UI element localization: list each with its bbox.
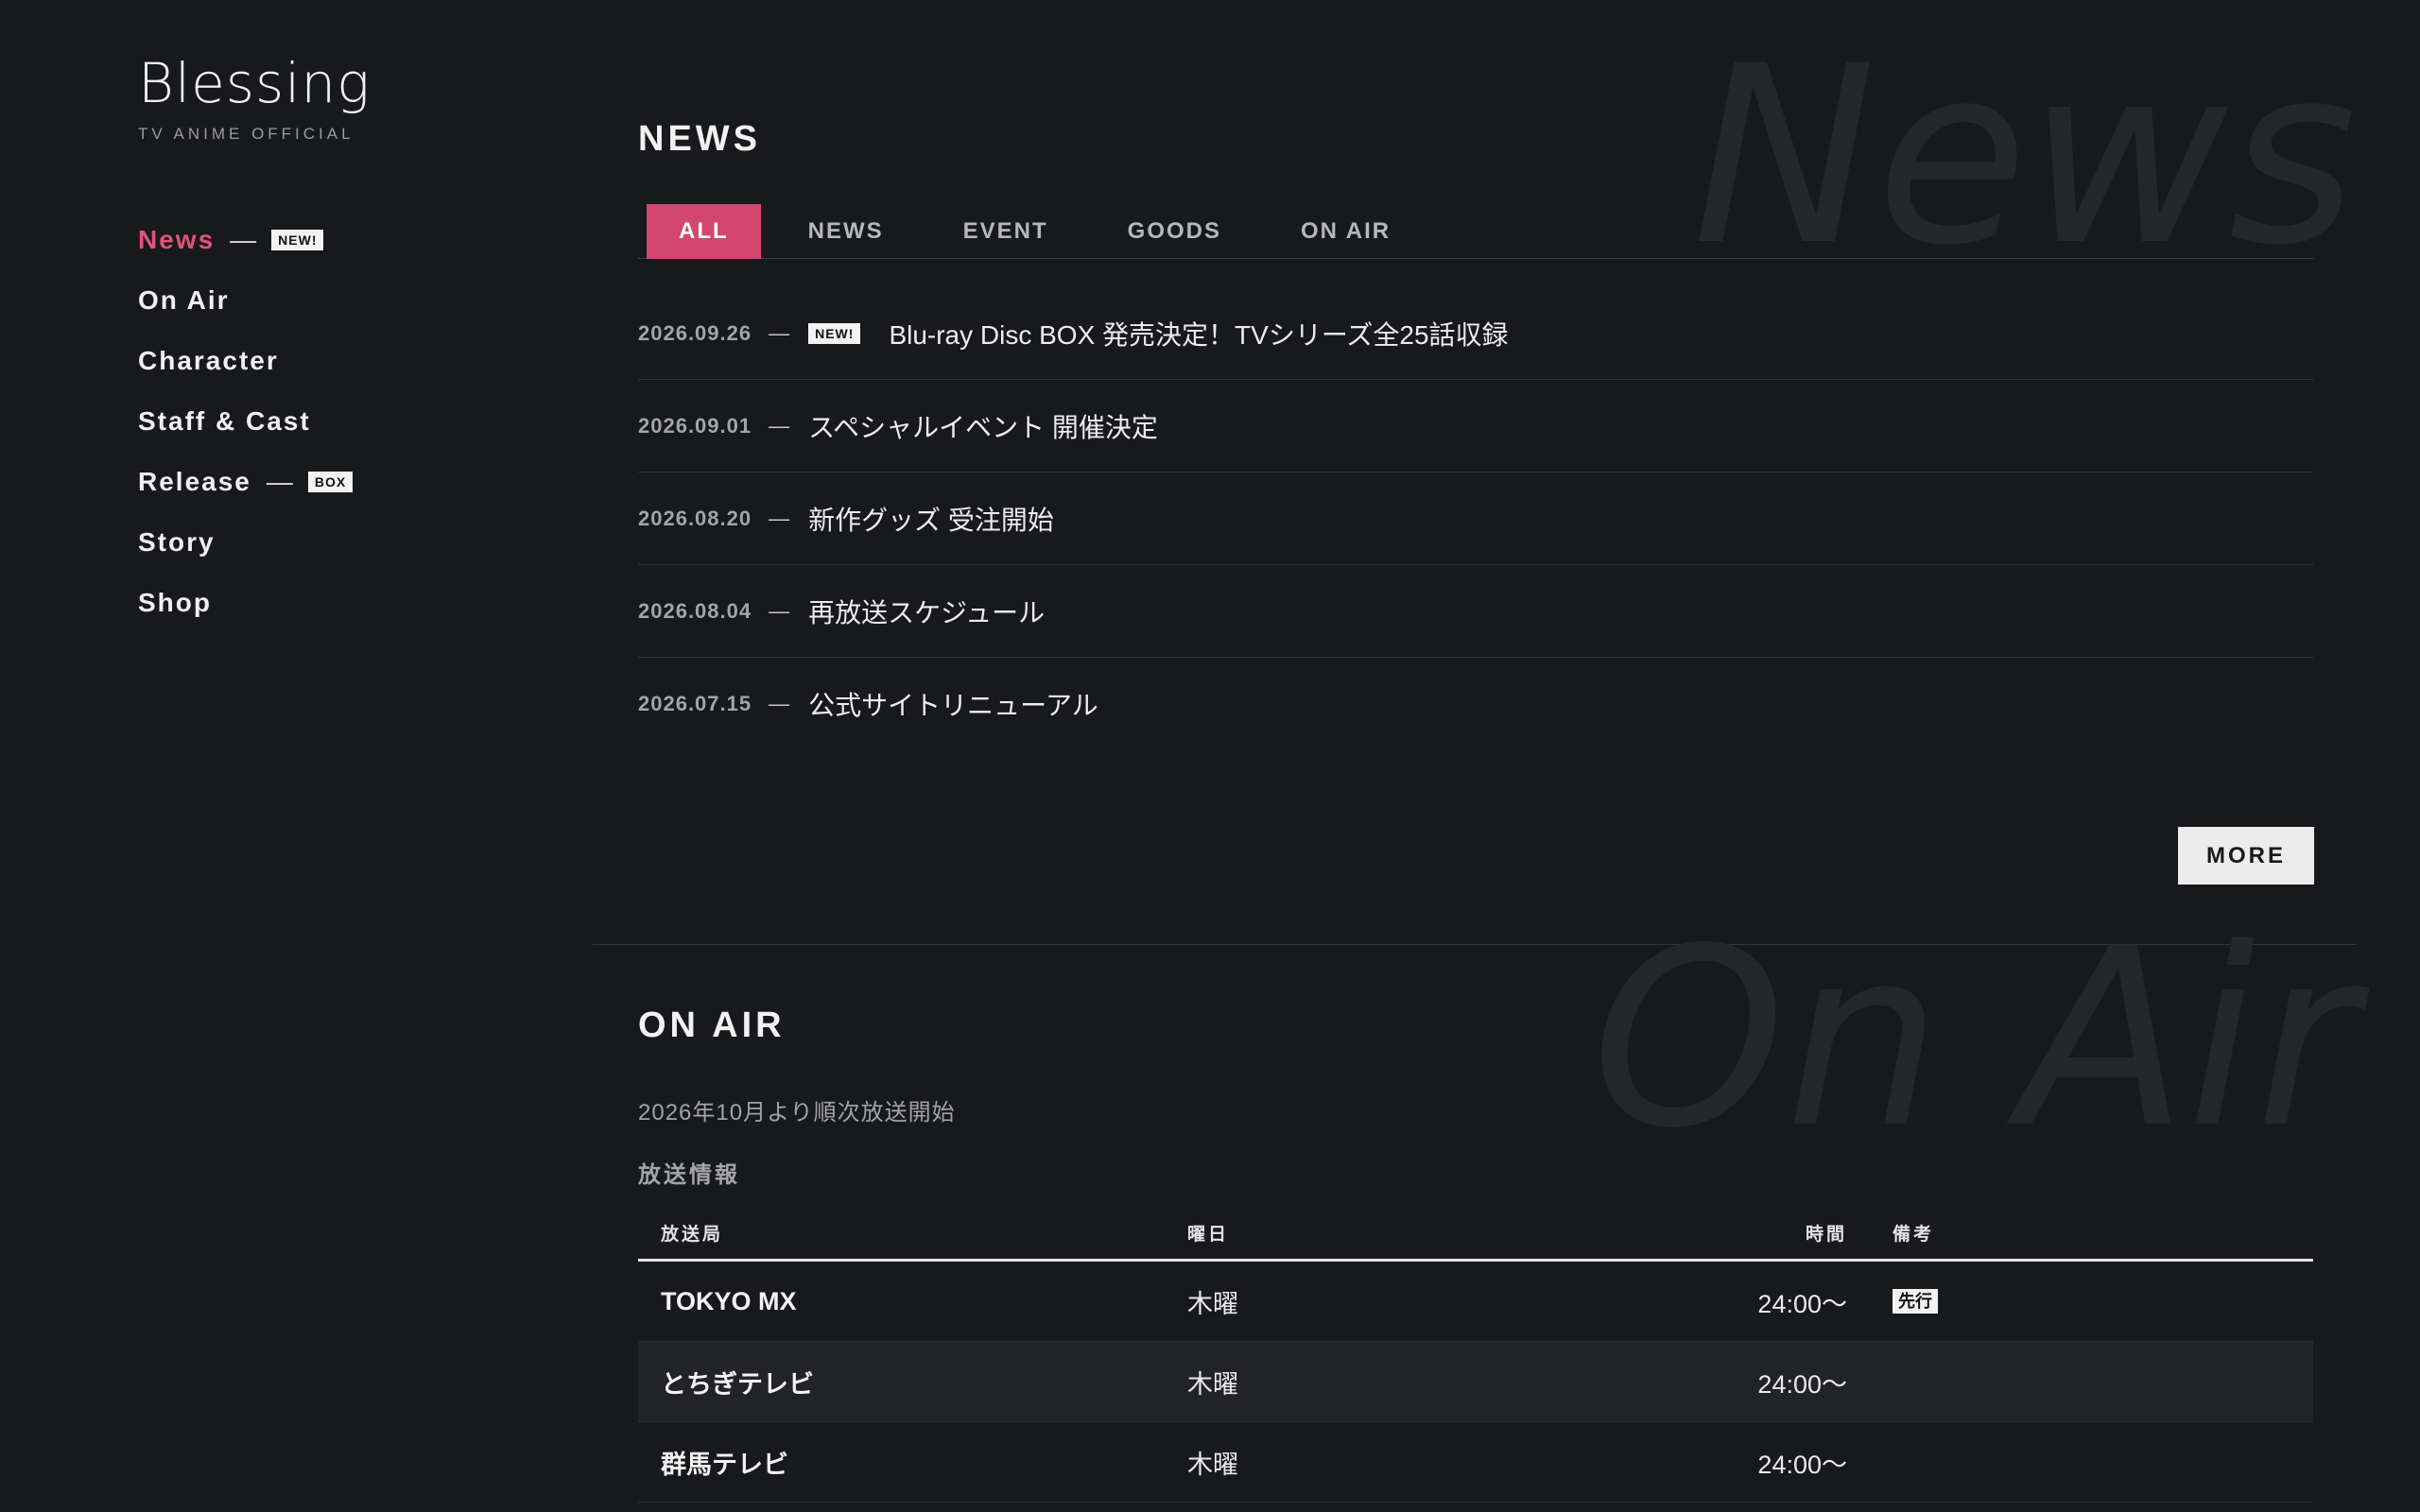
nav-item-release[interactable]: Release — BOX — [138, 452, 354, 512]
nav-item-label: Release — [138, 467, 251, 496]
site-logo-title[interactable]: Blessing — [138, 51, 371, 115]
header-day: 曜日 — [1187, 1224, 1230, 1245]
broadcast-table: 放送局 曜日 時間 備考 TOKYO MX 木曜 24:00〜 先行 とちぎテレ… — [638, 1206, 2313, 1503]
news-date: 2026.08.04 — [638, 598, 752, 623]
nav-item-character[interactable]: Character — [138, 331, 353, 391]
more-button[interactable]: MORE — [2178, 827, 2314, 885]
nav-item-label: Story — [138, 527, 216, 557]
cell-day: 木曜 — [1187, 1450, 1238, 1479]
onair-lead-text: 2026年10月より順次放送開始 — [638, 1100, 956, 1125]
nav-item-story[interactable]: Story — [138, 512, 353, 573]
onair-section-title: ON AIR — [638, 1005, 786, 1045]
header-time: 時間 — [1805, 1224, 1847, 1245]
header-station: 放送局 — [661, 1224, 724, 1245]
nav-badge-box: BOX — [307, 472, 354, 492]
cell-station: とちぎテレビ — [661, 1369, 814, 1399]
news-item[interactable]: 2026.07.15 — 公式サイトリニューアル — [638, 658, 2313, 750]
tab-event[interactable]: EVENT — [931, 204, 1080, 259]
main-nav: News — NEW! On Air Character Staff & Cas… — [138, 210, 354, 633]
news-dash: — — [769, 320, 790, 345]
sidebar: Blessing TV ANIME OFFICIAL News — NEW! O… — [0, 0, 593, 1512]
tab-news[interactable]: NEWS — [776, 204, 916, 259]
news-section-title: NEWS — [638, 119, 761, 159]
news-filter-tabs: ALL NEWS EVENT GOODS ON AIR — [638, 204, 2313, 259]
news-title: スペシャルイベント 開催決定 — [808, 412, 1158, 442]
nav-item-label: On Air — [138, 285, 230, 315]
news-list: 2026.09.26 — NEW! Blu-ray Disc BOX 発売決定！… — [638, 287, 2313, 750]
nav-dash: — — [266, 467, 295, 496]
table-row: 群馬テレビ 木曜 24:00〜 — [638, 1422, 2313, 1503]
onair-background-word: On Air — [1591, 897, 2357, 1182]
cell-time: 24:00〜 — [1757, 1369, 1847, 1399]
nav-dash: — — [230, 225, 259, 254]
news-dash: — — [769, 506, 790, 530]
cell-station: TOKYO MX — [661, 1286, 797, 1315]
table-header: 放送局 曜日 時間 備考 — [638, 1206, 2313, 1262]
cell-time: 24:00〜 — [1757, 1289, 1847, 1318]
news-title: 再放送スケジュール — [808, 597, 1046, 627]
news-title: Blu-ray Disc BOX 発売決定！TVシリーズ全25話収録 — [889, 319, 1509, 350]
tab-on-air[interactable]: ON AIR — [1269, 204, 1423, 259]
news-dash: — — [769, 692, 790, 715]
nav-item-label: News — [138, 225, 216, 254]
news-dash: — — [769, 413, 790, 438]
cell-time: 24:00〜 — [1757, 1450, 1847, 1479]
cell-station: 群馬テレビ — [661, 1450, 788, 1479]
nav-item-label: Character — [138, 346, 279, 375]
news-item[interactable]: 2026.09.01 — スペシャルイベント 開催決定 — [638, 380, 2313, 472]
tab-goods[interactable]: GOODS — [1096, 204, 1253, 259]
news-title: 公式サイトリニューアル — [808, 691, 1098, 720]
table-row: とちぎテレビ 木曜 24:00〜 — [638, 1342, 2313, 1422]
news-date: 2026.09.26 — [638, 320, 752, 345]
nav-item-news[interactable]: News — NEW! — [138, 210, 353, 270]
news-item[interactable]: 2026.09.26 — NEW! Blu-ray Disc BOX 発売決定！… — [638, 287, 2313, 380]
news-item[interactable]: 2026.08.20 — 新作グッズ 受注開始 — [638, 472, 2313, 565]
site-logo-subtitle: TV ANIME OFFICIAL — [138, 125, 354, 143]
news-title: 新作グッズ 受注開始 — [808, 505, 1054, 535]
news-date: 2026.09.01 — [638, 413, 752, 438]
broadcast-info-heading: 放送情報 — [638, 1162, 740, 1188]
section-divider — [593, 944, 2357, 945]
nav-item-shop[interactable]: Shop — [138, 573, 353, 633]
news-date: 2026.08.20 — [638, 506, 752, 530]
cell-note: 先行 — [1847, 1289, 1938, 1314]
news-item[interactable]: 2026.08.04 — 再放送スケジュール — [638, 565, 2313, 658]
header-note: 備考 — [1893, 1224, 1935, 1245]
tab-all[interactable]: ALL — [647, 204, 761, 259]
nav-badge-new: NEW! — [271, 230, 324, 250]
nav-item-staff-cast[interactable]: Staff & Cast — [138, 391, 353, 452]
nav-item-label: Shop — [138, 588, 212, 617]
main-content: News NEWS ALL NEWS EVENT GOODS ON AIR 20… — [593, 0, 2357, 1512]
nav-item-label: Staff & Cast — [138, 406, 311, 436]
nav-item-on-air[interactable]: On Air — [138, 270, 353, 331]
table-row: TOKYO MX 木曜 24:00〜 先行 — [638, 1262, 2313, 1342]
note-badge: 先行 — [1893, 1289, 1938, 1314]
news-dash: — — [769, 598, 790, 623]
news-date: 2026.07.15 — [638, 692, 752, 715]
news-badge-new: NEW! — [808, 322, 861, 344]
cell-day: 木曜 — [1187, 1369, 1238, 1399]
cell-day: 木曜 — [1187, 1289, 1238, 1318]
